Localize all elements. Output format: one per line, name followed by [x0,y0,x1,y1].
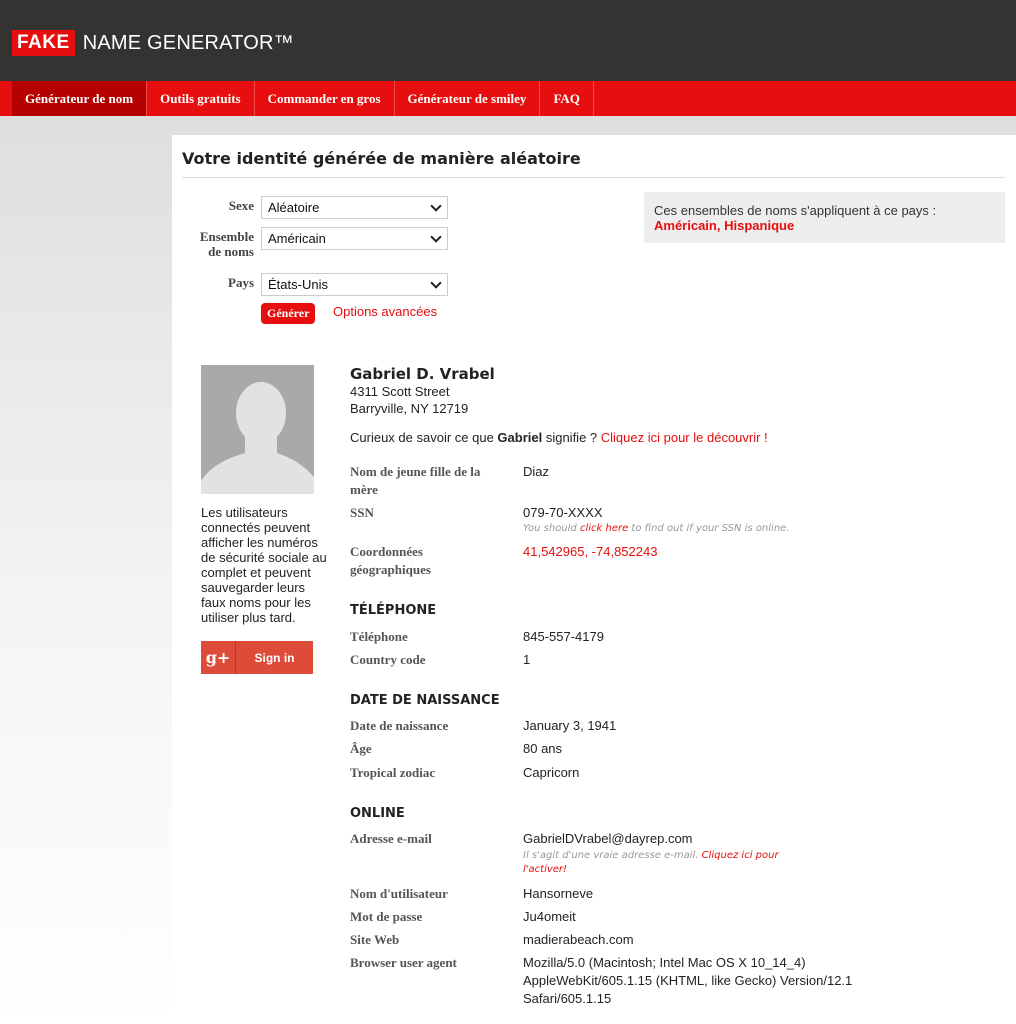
username-value: Hansorneve [523,886,594,901]
dob-value: January 3, 1941 [523,718,617,733]
main-content: Votre identité générée de manière aléato… [172,135,1016,1024]
geo-coordinates-link[interactable]: 41,542965, -74,852243 [523,543,657,561]
login-note: Les utilisateurs connectés peuvent affic… [201,505,327,625]
nameset-info-box: Ces ensembles de noms s'appliquent à ce … [644,192,1005,243]
phone-heading: TÉLÉPHONE [350,603,437,618]
nameset-label-line-2: de noms [208,244,254,259]
maiden-name-label-line-1: Nom de jeune fille de la [350,464,481,479]
nav-faq[interactable]: FAQ [540,81,594,116]
chevron-down-icon [430,277,442,289]
phone-value: 845-557-4179 [523,629,604,644]
website-label: Site Web [350,932,400,947]
birthday-heading: DATE DE NAISSANCE [350,693,500,708]
site-logo[interactable]: FAKE NAME GENERATOR™ [12,29,294,57]
country-code-value: 1 [523,652,531,667]
user-agent-line-1: Mozilla/5.0 (Macintosh; Intel Mac OS X 1… [523,955,806,970]
chevron-down-icon [430,231,442,243]
password-value: Ju4omeit [523,909,576,924]
main-nav: Générateur de nom Outils gratuits Comman… [0,81,1016,116]
country-select[interactable]: États-Unis [261,273,448,296]
title-divider [182,177,1005,178]
address-city: Barryville, NY 12719 [350,401,469,416]
user-agent-value: Mozilla/5.0 (Macintosh; Intel Mac OS X 1… [523,954,883,1008]
dob-label: Date de naissance [350,718,449,733]
google-plus-icon: g+ [201,641,236,674]
zodiac-label: Tropical zodiac [350,765,436,780]
email-value: GabrielDVrabel@dayrep.com [523,831,693,846]
gender-select[interactable]: Aléatoire [261,196,448,219]
chevron-down-icon [430,200,442,212]
gender-select-value: Aléatoire [268,200,320,215]
age-value: 80 ans [523,741,563,756]
logo-fake-badge: FAKE [12,30,75,56]
website-value: madierabeach.com [523,932,634,947]
country-link-american[interactable]: Américain [654,218,717,233]
nameset-label: Ensemble de noms [172,229,254,259]
name-meaning-line: Curieux de savoir ce que Gabriel signifi… [350,430,768,445]
country-select-value: États-Unis [268,277,328,292]
country-label: Pays [228,275,254,290]
email-activate-link-cont[interactable]: l'activer! [523,863,779,877]
nav-smiley-generator[interactable]: Générateur de smiley [395,81,541,116]
nameset-label-line-1: Ensemble [199,229,254,244]
email-label: Adresse e-mail [350,831,432,846]
address-street: 4311 Scott Street [350,384,450,399]
ssn-note: You should click here to find out if you… [523,522,790,536]
nameset-country-list: Américain, Hispanique [654,218,995,233]
email-note-pre: Il s'agit d'une vraie adresse e-mail. [523,850,702,861]
person-name: Gabriel D. Vrabel [350,365,495,383]
name-meaning-link[interactable]: Cliquez ici pour le découvrir ! [601,430,768,445]
ssn-value: 079-70-XXXX [523,505,603,520]
advanced-options-link[interactable]: Options avancées [333,304,437,319]
country-code-label: Country code [350,652,426,667]
page-title: Votre identité générée de manière aléato… [182,149,581,168]
email-note: Il s'agit d'une vraie adresse e-mail. Cl… [523,849,779,877]
online-heading: ONLINE [350,806,405,821]
generate-button[interactable]: Générer [261,303,316,324]
logo-text: NAME GENERATOR™ [82,31,294,54]
maiden-name-label-line-2: mère [350,482,378,497]
ssn-note-post: to find out if your SSN is online. [628,523,790,534]
zodiac-value: Capricorn [523,765,580,780]
password-label: Mot de passe [350,909,423,924]
gender-label: Sexe [228,198,254,213]
user-agent-label: Browser user agent [350,955,457,970]
nameset-select-value: Américain [268,231,326,246]
nameset-select[interactable]: Américain [261,227,448,250]
ssn-check-link[interactable]: click here [580,523,628,534]
name-meaning-first-name: Gabriel [497,430,543,445]
user-agent-line-2: AppleWebKit/605.1.15 (KHTML, like Gecko)… [523,973,853,988]
name-meaning-mid: signifie ? [542,430,601,445]
age-label: Âge [350,741,372,756]
email-activate-link[interactable]: Cliquez ici pour [702,850,779,861]
maiden-name-value: Diaz [523,464,550,479]
name-meaning-pre: Curieux de savoir ce que [350,430,498,445]
username-label: Nom d'utilisateur [350,886,448,901]
ssn-label: SSN [350,505,374,520]
person-silhouette-icon [201,365,314,494]
site-header: FAKE NAME GENERATOR™ [0,0,1016,81]
signin-label: Sign in [254,650,295,665]
nameset-info-text: Ces ensembles de noms s'appliquent à ce … [654,203,937,218]
user-agent-line-3: Safari/605.1.15 [523,991,612,1006]
nav-free-tools[interactable]: Outils gratuits [147,81,255,116]
avatar [201,365,314,494]
geo-coordinates-label: Coordonnées géographiques [350,543,515,579]
google-signin-button[interactable]: g+ Sign in [201,641,313,674]
geo-label-line-2: géographiques [350,562,431,577]
phone-label: Téléphone [350,629,408,644]
email-note-line-1: Il s'agit d'une vraie adresse e-mail. Cl… [523,849,779,863]
geo-label-line-1: Coordonnées [350,544,423,559]
nav-name-generator[interactable]: Générateur de nom [12,81,148,116]
country-link-hispanic[interactable]: Hispanique [724,218,794,233]
maiden-name-label: Nom de jeune fille de la mère [350,463,515,499]
ssn-note-pre: You should [523,523,580,534]
nav-order-bulk[interactable]: Commander en gros [255,81,395,116]
